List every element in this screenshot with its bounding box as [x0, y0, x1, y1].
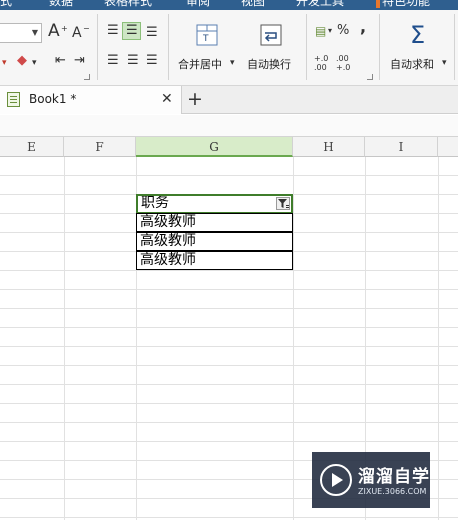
menu-tab-developer[interactable]: 开发工具: [296, 0, 344, 8]
filter-dropdown-button[interactable]: [276, 197, 290, 210]
ribbon-separator: [306, 14, 307, 80]
grid-line: [0, 403, 458, 404]
font-shrink-button[interactable]: A: [72, 26, 82, 40]
align-bottom-icon[interactable]: ☰: [146, 26, 158, 40]
grid-line: [0, 422, 458, 423]
ribbon-toolbar: ▼ A + A − ▾ ◆ ▾ ⇤ ⇥ ☰ ☰ ☰ ☰ ☰ ☰ T 合并居中 ▾…: [0, 10, 458, 86]
align-right-icon[interactable]: ☰: [146, 54, 158, 68]
increase-decimal-button[interactable]: +.0 .00: [314, 54, 330, 72]
percent-button[interactable]: %: [337, 24, 349, 38]
decrease-indent-icon[interactable]: ⇤: [55, 54, 66, 68]
ribbon-separator: [379, 14, 380, 80]
column-header-g[interactable]: G: [136, 137, 293, 157]
menu-tab-style[interactable]: 式: [0, 0, 12, 8]
grid-line: [0, 175, 458, 176]
column-header-e[interactable]: E: [0, 137, 64, 157]
play-logo-icon: [320, 464, 352, 496]
filter-icon: [278, 199, 289, 208]
svg-text:T: T: [202, 34, 209, 44]
sigma-icon: Σ: [410, 21, 426, 49]
increase-indent-icon[interactable]: ⇥: [74, 54, 85, 68]
comma-style-button[interactable]: ,: [360, 19, 366, 35]
chevron-down-icon[interactable]: ▾: [328, 24, 332, 38]
menu-bar: 式 数据 表格样式 审阅 视图 开发工具 特色功能: [0, 0, 458, 10]
column-header-h[interactable]: H: [293, 137, 365, 157]
grid-line: [0, 289, 458, 290]
grid-line: [438, 157, 439, 520]
watermark-title: 溜溜自学: [358, 467, 430, 487]
spreadsheet-window: 式 数据 表格样式 审阅 视图 开发工具 特色功能 ▼ A + A − ▾ ◆ …: [0, 0, 458, 520]
grid-line: [0, 308, 458, 309]
column-header-j[interactable]: [438, 137, 458, 157]
table-row[interactable]: 高级教师: [136, 251, 293, 270]
new-tab-button[interactable]: +: [187, 88, 203, 110]
chevron-down-icon[interactable]: ▾: [32, 56, 37, 70]
ribbon-separator: [454, 14, 455, 80]
ribbon-separator: [168, 14, 169, 80]
autosum-label: 自动求和: [390, 58, 434, 71]
menu-tab-view[interactable]: 视图: [241, 0, 265, 8]
align-top-icon[interactable]: ☰: [107, 24, 119, 38]
document-tab-bar: Book1 * ✕ +: [0, 86, 458, 114]
number-group-launcher[interactable]: [367, 74, 373, 80]
document-tab[interactable]: Book1 * ✕: [0, 86, 182, 114]
menu-tab-review[interactable]: 审阅: [186, 0, 210, 8]
table-row[interactable]: 高级教师: [136, 232, 293, 251]
chevron-down-icon[interactable]: ▾: [230, 56, 235, 70]
align-left-icon[interactable]: ☰: [107, 54, 119, 68]
merge-center-label: 合并居中: [178, 58, 222, 71]
grid-line: [0, 441, 458, 442]
wrap-text-button[interactable]: 自动换行: [244, 14, 300, 76]
font-group-launcher[interactable]: [84, 74, 90, 80]
autosum-button[interactable]: Σ 自动求和 ▾: [385, 14, 451, 76]
grid-line: [0, 327, 458, 328]
menu-tab-table-style[interactable]: 表格样式: [104, 0, 152, 8]
font-size-dropdown[interactable]: ▼: [0, 23, 42, 43]
grid-line: [0, 346, 458, 347]
merge-center-button[interactable]: T 合并居中 ▾: [176, 14, 238, 76]
cell-header-text: 职务: [141, 195, 169, 211]
grid-line: [0, 365, 458, 366]
plus-icon: +: [61, 24, 68, 33]
spreadsheet-file-icon: [7, 92, 20, 107]
column-header-i[interactable]: I: [365, 137, 438, 157]
grid-line: [0, 270, 458, 271]
font-color-chevron-icon[interactable]: ▾: [2, 56, 7, 70]
chevron-down-icon[interactable]: ▾: [442, 56, 447, 70]
eraser-icon[interactable]: ◆: [17, 54, 27, 68]
align-center-icon[interactable]: ☰: [127, 54, 139, 68]
table-row[interactable]: 高级教师: [136, 213, 293, 232]
cell-g-header[interactable]: 职务: [136, 194, 293, 214]
grid-line: [0, 384, 458, 385]
grid-line: [0, 517, 458, 518]
wrap-text-label: 自动换行: [247, 58, 291, 71]
menu-tab-data[interactable]: 数据: [49, 0, 73, 8]
merge-cells-icon: T: [196, 24, 218, 46]
grid-line: [293, 157, 294, 520]
align-middle-button[interactable]: ☰: [122, 22, 141, 40]
wrap-text-icon: [260, 24, 282, 46]
font-grow-button[interactable]: A: [48, 23, 60, 40]
grid-line: [64, 157, 65, 520]
close-icon[interactable]: ✕: [161, 91, 173, 107]
watermark-subtitle: ZIXUE.3066.COM: [358, 487, 427, 496]
currency-format-icon[interactable]: ▤: [315, 24, 326, 38]
watermark: 溜溜自学 ZIXUE.3066.COM: [312, 452, 430, 508]
document-title: Book1 *: [29, 92, 77, 106]
align-middle-icon: ☰: [126, 23, 138, 38]
menu-tab-special[interactable]: 特色功能: [376, 0, 430, 8]
chevron-down-icon: ▼: [31, 28, 38, 37]
ribbon-separator: [97, 14, 98, 80]
decrease-decimal-button[interactable]: .00 +.0: [336, 54, 352, 72]
column-header-f[interactable]: F: [64, 137, 136, 157]
minus-icon: −: [83, 24, 90, 33]
formula-bar-area[interactable]: [0, 115, 458, 137]
